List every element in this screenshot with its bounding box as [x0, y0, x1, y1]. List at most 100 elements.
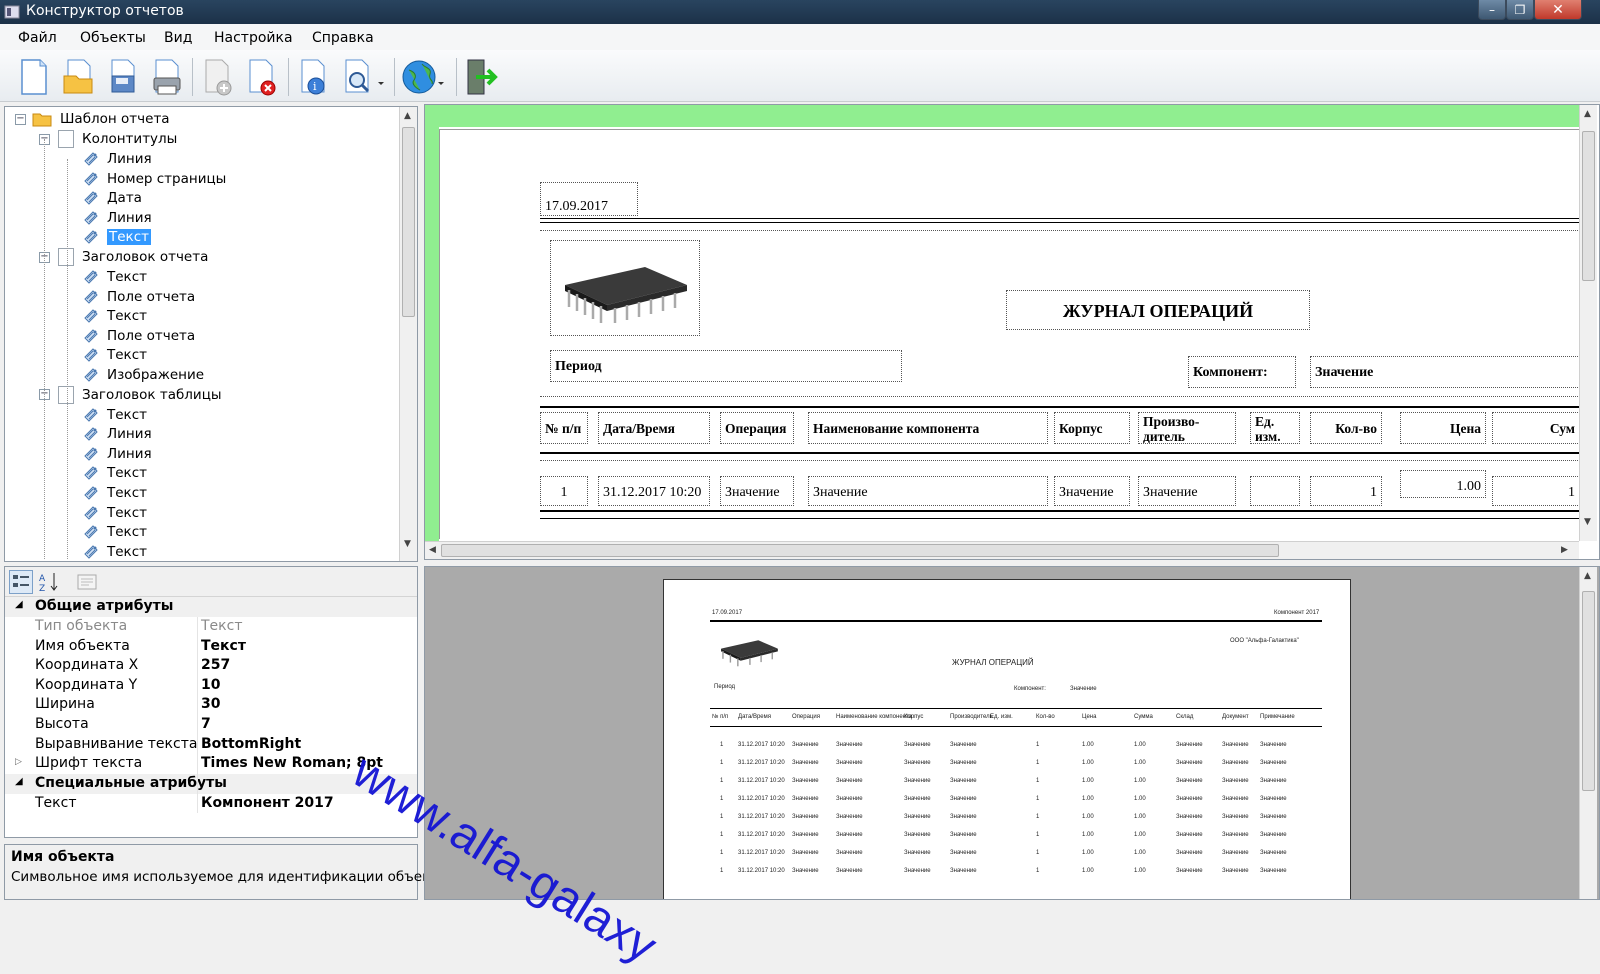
tree-item[interactable]: Текст — [83, 522, 147, 542]
menu-help[interactable]: Справка — [312, 30, 374, 46]
scroll-left-icon[interactable]: ◀ — [429, 545, 436, 555]
property-value[interactable]: Текст — [201, 618, 242, 634]
table-data-cell[interactable]: 31.12.2017 10:20 — [598, 476, 710, 506]
menu-objects[interactable]: Объекты — [80, 30, 146, 46]
table-header-cell[interactable]: Сум — [1492, 412, 1580, 444]
scroll-down-icon[interactable]: ▼ — [404, 539, 411, 549]
table-data-cell[interactable]: 1 — [1492, 476, 1580, 506]
alphabetical-button[interactable]: AZ — [37, 570, 61, 594]
table-header-cell[interactable]: Дата/Время — [598, 412, 710, 444]
table-header-cell[interactable]: Наименование компонента — [808, 412, 1048, 444]
property-value[interactable]: 7 — [201, 716, 211, 732]
table-header-line[interactable] — [540, 452, 1580, 454]
property-value[interactable]: BottomRight — [201, 736, 301, 752]
template-tree[interactable]: − Шаблон отчета − Колонтитулы Линия Номер с… — [4, 106, 418, 562]
scroll-up-icon[interactable]: ▲ — [1584, 109, 1591, 119]
property-value[interactable]: 30 — [201, 696, 220, 712]
tree-item[interactable]: Текст — [83, 345, 147, 365]
delete-object-button[interactable] — [244, 58, 280, 96]
close-button[interactable]: ✕ — [1534, 0, 1582, 20]
component-value-field[interactable]: Значение — [1310, 356, 1580, 388]
component-label-field[interactable]: Компонент: — [1188, 356, 1296, 388]
table-data-cell[interactable]: Значение — [1054, 476, 1130, 506]
collapse-icon[interactable]: − — [15, 113, 26, 125]
tree-item[interactable]: Линия — [83, 444, 152, 464]
tree-item[interactable]: Текст — [83, 483, 147, 503]
tree-item[interactable]: Номер страницы — [83, 169, 226, 189]
tree-item[interactable]: Поле отчета — [83, 326, 195, 346]
header-date-field[interactable]: 17.09.2017 — [540, 182, 638, 216]
header-line[interactable] — [540, 222, 1580, 223]
tree-scroll-thumb[interactable] — [402, 127, 415, 317]
property-pages-button[interactable] — [75, 570, 99, 594]
tree-item[interactable]: Линия — [83, 149, 152, 169]
image-field[interactable] — [550, 240, 700, 336]
maximize-button[interactable]: ❐ — [1506, 0, 1534, 20]
preview-vscrollbar[interactable]: ▲ — [1579, 567, 1597, 899]
print-preview[interactable]: 17.09.2017 Компонент 2017 ООО "Альфа-Гал… — [424, 566, 1600, 900]
table-header-cell[interactable]: Произво-дитель — [1138, 412, 1236, 444]
category-general[interactable]: ◢ Общие атрибуты — [5, 597, 417, 617]
add-object-button[interactable] — [200, 58, 236, 96]
expand-triangle-icon[interactable]: ▷ — [15, 757, 22, 767]
property-row[interactable]: Имя объекта Текст — [5, 637, 417, 657]
menu-view[interactable]: Вид — [164, 30, 192, 46]
report-title-field[interactable]: ЖУРНАЛ ОПЕРАЦИЙ — [1006, 290, 1310, 330]
table-data-cell[interactable]: 1 — [1310, 476, 1382, 506]
collapse-triangle-icon[interactable]: ◢ — [15, 599, 23, 610]
period-field[interactable]: Период — [550, 350, 902, 382]
tree-item[interactable]: Дата — [83, 188, 142, 208]
table-bottom-line[interactable] — [540, 510, 1580, 512]
design-hscrollbar[interactable]: ◀ ▶ — [425, 541, 1579, 559]
tree-item[interactable]: Линия — [83, 208, 152, 228]
info-button[interactable]: i — [296, 58, 332, 96]
table-data-cell[interactable]: 1.00 — [1400, 470, 1486, 498]
save-button[interactable] — [104, 58, 140, 96]
collapse-triangle-icon[interactable]: ◢ — [15, 776, 23, 787]
table-data-cell[interactable] — [1250, 476, 1300, 506]
table-data-cell[interactable]: Значение — [808, 476, 1048, 506]
property-row[interactable]: Ширина 30 — [5, 695, 417, 715]
exit-button[interactable] — [464, 58, 500, 96]
table-header-cell[interactable]: Операция — [720, 412, 794, 444]
table-data-cell[interactable]: Значение — [1138, 476, 1236, 506]
scroll-right-icon[interactable]: ▶ — [1561, 545, 1568, 555]
new-document-button[interactable] — [16, 58, 52, 96]
language-button[interactable] — [400, 58, 448, 96]
menu-file[interactable]: Файл — [18, 30, 57, 46]
minimize-button[interactable]: – — [1478, 0, 1506, 20]
design-page[interactable]: 17.09.2017 ЖУРНАЛ ОПЕРАЦИЙ Период Компон… — [439, 129, 1580, 539]
print-button[interactable] — [148, 58, 184, 96]
tree-item[interactable]: Изображение — [83, 365, 204, 385]
property-row[interactable]: Тип объекта Текст — [5, 617, 417, 637]
table-header-cell[interactable]: Цена — [1400, 412, 1486, 444]
design-hscroll-thumb[interactable] — [441, 544, 1279, 557]
table-data-cell[interactable]: 1 — [540, 476, 588, 506]
tree-item[interactable]: Текст — [83, 463, 147, 483]
property-row[interactable]: Высота 7 — [5, 715, 417, 735]
tree-item[interactable]: Текст — [83, 227, 151, 247]
property-row[interactable]: Координата X 257 — [5, 656, 417, 676]
zoom-button[interactable] — [340, 58, 388, 96]
scroll-down-icon[interactable]: ▼ — [1584, 517, 1591, 527]
tree-root[interactable]: − Шаблон отчета — [15, 109, 170, 129]
tree-item[interactable]: Текст — [83, 503, 147, 523]
open-button[interactable] — [60, 58, 96, 96]
tree-item[interactable]: Текст — [83, 542, 147, 561]
preview-vscroll-thumb[interactable] — [1582, 591, 1595, 791]
tree-scrollbar[interactable]: ▲ ▼ — [399, 107, 417, 561]
table-header-cell[interactable]: Корпус — [1054, 412, 1130, 444]
table-top-line[interactable] — [540, 406, 1580, 408]
table-bottom-line[interactable] — [540, 518, 1580, 519]
property-row[interactable]: Координата Y 10 — [5, 676, 417, 696]
design-vscrollbar[interactable]: ▲ ▼ — [1579, 105, 1597, 541]
tree-item[interactable]: Текст — [83, 306, 147, 326]
tree-group[interactable]: − Заголовок отчета — [39, 247, 208, 267]
property-value[interactable]: 257 — [201, 657, 230, 673]
tree-item[interactable]: Поле отчета — [83, 287, 195, 307]
table-header-cell[interactable]: № п/п — [540, 412, 588, 444]
scroll-up-icon[interactable]: ▲ — [1584, 571, 1591, 581]
header-line[interactable] — [540, 218, 1580, 219]
tree-group[interactable]: − Колонтитулы — [39, 129, 177, 149]
table-header-cell[interactable]: Ед. изм. — [1250, 412, 1300, 444]
